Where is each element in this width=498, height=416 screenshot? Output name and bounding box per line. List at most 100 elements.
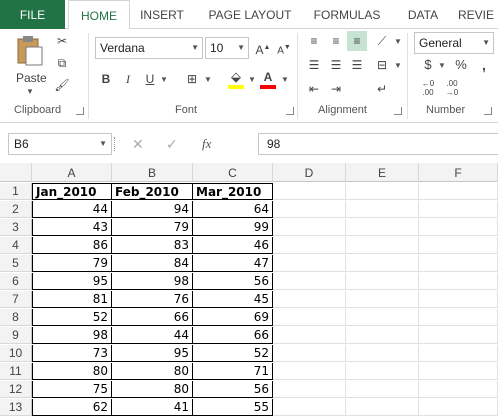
cell-c9[interactable]: 66 [193,327,273,344]
row-header[interactable]: 12 [0,381,32,398]
cut-icon[interactable]: ✂ [52,31,72,51]
align-right-icon[interactable]: ☰ [347,55,367,75]
cell-b7[interactable]: 76 [112,291,193,308]
cell-e5[interactable] [346,255,419,272]
row-header[interactable]: 4 [0,237,32,254]
formula-bar-resize-icon[interactable] [114,137,117,151]
cancel-icon[interactable]: ✕ [132,133,144,155]
formula-input[interactable]: 98 [258,133,498,155]
column-header-d[interactable]: D [273,163,346,182]
cell-f1[interactable] [419,183,498,200]
tab-insert[interactable]: INSERT [134,0,190,29]
tab-home[interactable]: HOME [68,0,130,30]
tab-formulas[interactable]: FORMULAS [307,0,387,29]
cell-e2[interactable] [346,201,419,218]
cell-a6[interactable]: 95 [32,273,112,290]
cell-d7[interactable] [273,291,346,308]
cell-b13[interactable]: 41 [112,399,193,416]
cell-a4[interactable]: 86 [32,237,112,254]
cell-c10[interactable]: 52 [193,345,273,362]
insert-function-button[interactable]: fx [202,133,211,155]
italic-button[interactable]: I [118,69,138,89]
cell-e7[interactable] [346,291,419,308]
cell-c5[interactable]: 47 [193,255,273,272]
cell-c8[interactable]: 69 [193,309,273,326]
paste-button[interactable]: Paste ▼ [10,33,50,96]
cell-d8[interactable] [273,309,346,326]
cell-f8[interactable] [419,309,498,326]
row-header[interactable]: 8 [0,309,32,326]
copy-icon[interactable]: ⧉ [52,53,72,73]
cell-d3[interactable] [273,219,346,236]
cell-b3[interactable]: 79 [112,219,193,236]
font-size-dropdown[interactable]: 10 ▼ [205,37,249,59]
select-all-corner[interactable] [0,163,32,182]
column-header-e[interactable]: E [346,163,419,182]
row-header[interactable]: 9 [0,327,32,344]
cell-e10[interactable] [346,345,419,362]
cell-d2[interactable] [273,201,346,218]
merge-center-icon[interactable]: ⊟ [372,55,392,75]
cell-b9[interactable]: 44 [112,327,193,344]
cell-b10[interactable]: 95 [112,345,193,362]
name-box[interactable]: B6 ▼ [8,133,112,155]
cell-b4[interactable]: 83 [112,237,193,254]
cell-f13[interactable] [419,399,498,416]
fill-color-icon[interactable]: ⬙ [226,67,246,89]
cell-d9[interactable] [273,327,346,344]
comma-button[interactable]: , [474,55,494,75]
cell-c2[interactable]: 64 [193,201,273,218]
tab-file[interactable]: FILE [0,0,65,29]
orientation-icon[interactable]: ⟋ [372,31,392,51]
cell-a1[interactable]: Jan_2010 [32,183,112,200]
cell-e1[interactable] [346,183,419,200]
row-header[interactable]: 13 [0,399,32,416]
align-bottom-icon[interactable]: ≡ [347,31,367,51]
row-header[interactable]: 2 [0,201,32,218]
increase-font-icon[interactable]: A▲ [253,38,273,58]
cell-a7[interactable]: 81 [32,291,112,308]
cell-c13[interactable]: 55 [193,399,273,416]
cell-c11[interactable]: 71 [193,363,273,380]
wrap-icon[interactable]: ↵ [372,79,392,99]
cell-d11[interactable] [273,363,346,380]
cell-f2[interactable] [419,201,498,218]
tab-page-layout[interactable]: PAGE LAYOUT [200,0,300,29]
cell-e8[interactable] [346,309,419,326]
cell-a11[interactable]: 80 [32,363,112,380]
column-header-c[interactable]: C [193,163,273,182]
cell-b6[interactable]: 98 [112,273,193,290]
cell-a12[interactable]: 75 [32,381,112,398]
cell-a10[interactable]: 73 [32,345,112,362]
cell-f6[interactable] [419,273,498,290]
font-color-icon[interactable]: A [258,67,278,89]
cell-d1[interactable] [273,183,346,200]
cell-d12[interactable] [273,381,346,398]
currency-button[interactable]: $ [418,55,438,75]
cell-f5[interactable] [419,255,498,272]
row-header[interactable]: 3 [0,219,32,236]
cell-f9[interactable] [419,327,498,344]
cell-d10[interactable] [273,345,346,362]
cell-e13[interactable] [346,399,419,416]
cell-f10[interactable] [419,345,498,362]
column-header-a[interactable]: A [32,163,112,182]
enter-icon[interactable]: ✓ [166,133,178,155]
underline-button[interactable]: U [140,69,160,89]
cell-f7[interactable] [419,291,498,308]
cell-c7[interactable]: 45 [193,291,273,308]
cell-b1[interactable]: Feb_2010 [112,183,193,200]
cell-d5[interactable] [273,255,346,272]
cell-a9[interactable]: 98 [32,327,112,344]
row-header[interactable]: 11 [0,363,32,380]
bold-button[interactable]: B [96,69,116,89]
cell-f11[interactable] [419,363,498,380]
cell-a13[interactable]: 62 [32,399,112,416]
borders-icon[interactable]: ⊞ [182,69,202,89]
cell-d6[interactable] [273,273,346,290]
alignment-launcher-icon[interactable] [394,107,402,115]
cell-f4[interactable] [419,237,498,254]
align-left-icon[interactable]: ☰ [304,55,324,75]
tab-review[interactable]: REVIE [458,0,498,29]
cell-b11[interactable]: 80 [112,363,193,380]
